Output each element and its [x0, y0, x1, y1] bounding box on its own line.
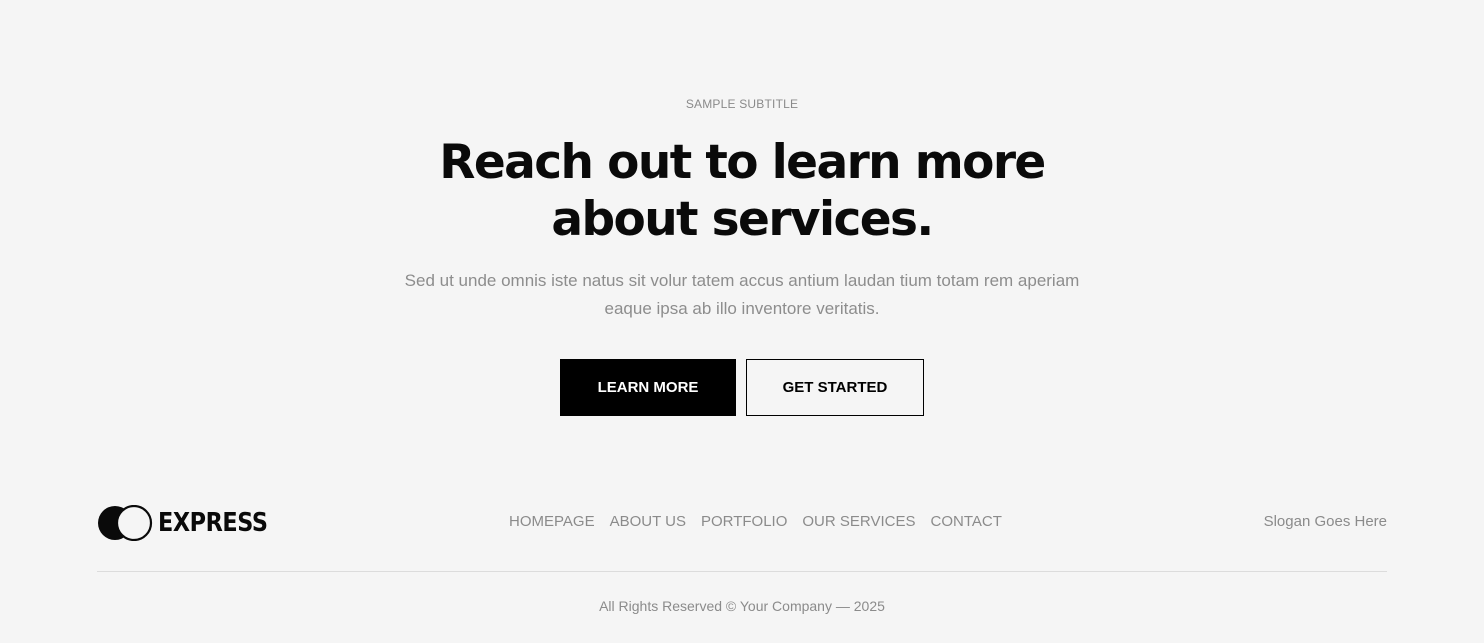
- footer-logo[interactable]: EXPRESS: [97, 505, 285, 541]
- logo-wordmark: EXPRESS: [158, 508, 268, 538]
- learn-more-button[interactable]: LEARN MORE: [560, 359, 736, 416]
- footer-nav-portfolio[interactable]: PORTFOLIO: [701, 513, 787, 530]
- footer-nav-our-services[interactable]: OUR SERVICES: [802, 513, 915, 530]
- footer-navigation: HOMEPAGE ABOUT US PORTFOLIO OUR SERVICES…: [509, 513, 1017, 530]
- section-subtitle: SAMPLE SUBTITLE: [685, 97, 799, 111]
- headline-line-2: about services.: [551, 192, 934, 247]
- footer-nav-contact[interactable]: CONTACT: [930, 513, 1001, 530]
- section-headline: Reach out to learn more about services.: [392, 134, 1092, 248]
- logo-mark-icon: [98, 505, 153, 541]
- description-line-1: Sed ut unde omnis iste natus sit volur t…: [404, 271, 1080, 290]
- footer-copyright: All Rights Reserved © Your Company — 202…: [599, 598, 885, 614]
- get-started-button[interactable]: GET STARTED: [746, 359, 924, 416]
- footer-slogan: Slogan Goes Here: [1263, 513, 1387, 530]
- headline-line-1: Reach out to learn more: [439, 135, 1046, 190]
- footer-divider: [97, 571, 1387, 572]
- description-line-2: eaque ipsa ab illo inventore veritatis.: [604, 299, 880, 318]
- footer-nav-about-us[interactable]: ABOUT US: [610, 513, 686, 530]
- section-description: Sed ut unde omnis iste natus sit volur t…: [372, 267, 1112, 323]
- footer-nav-homepage[interactable]: HOMEPAGE: [509, 513, 595, 530]
